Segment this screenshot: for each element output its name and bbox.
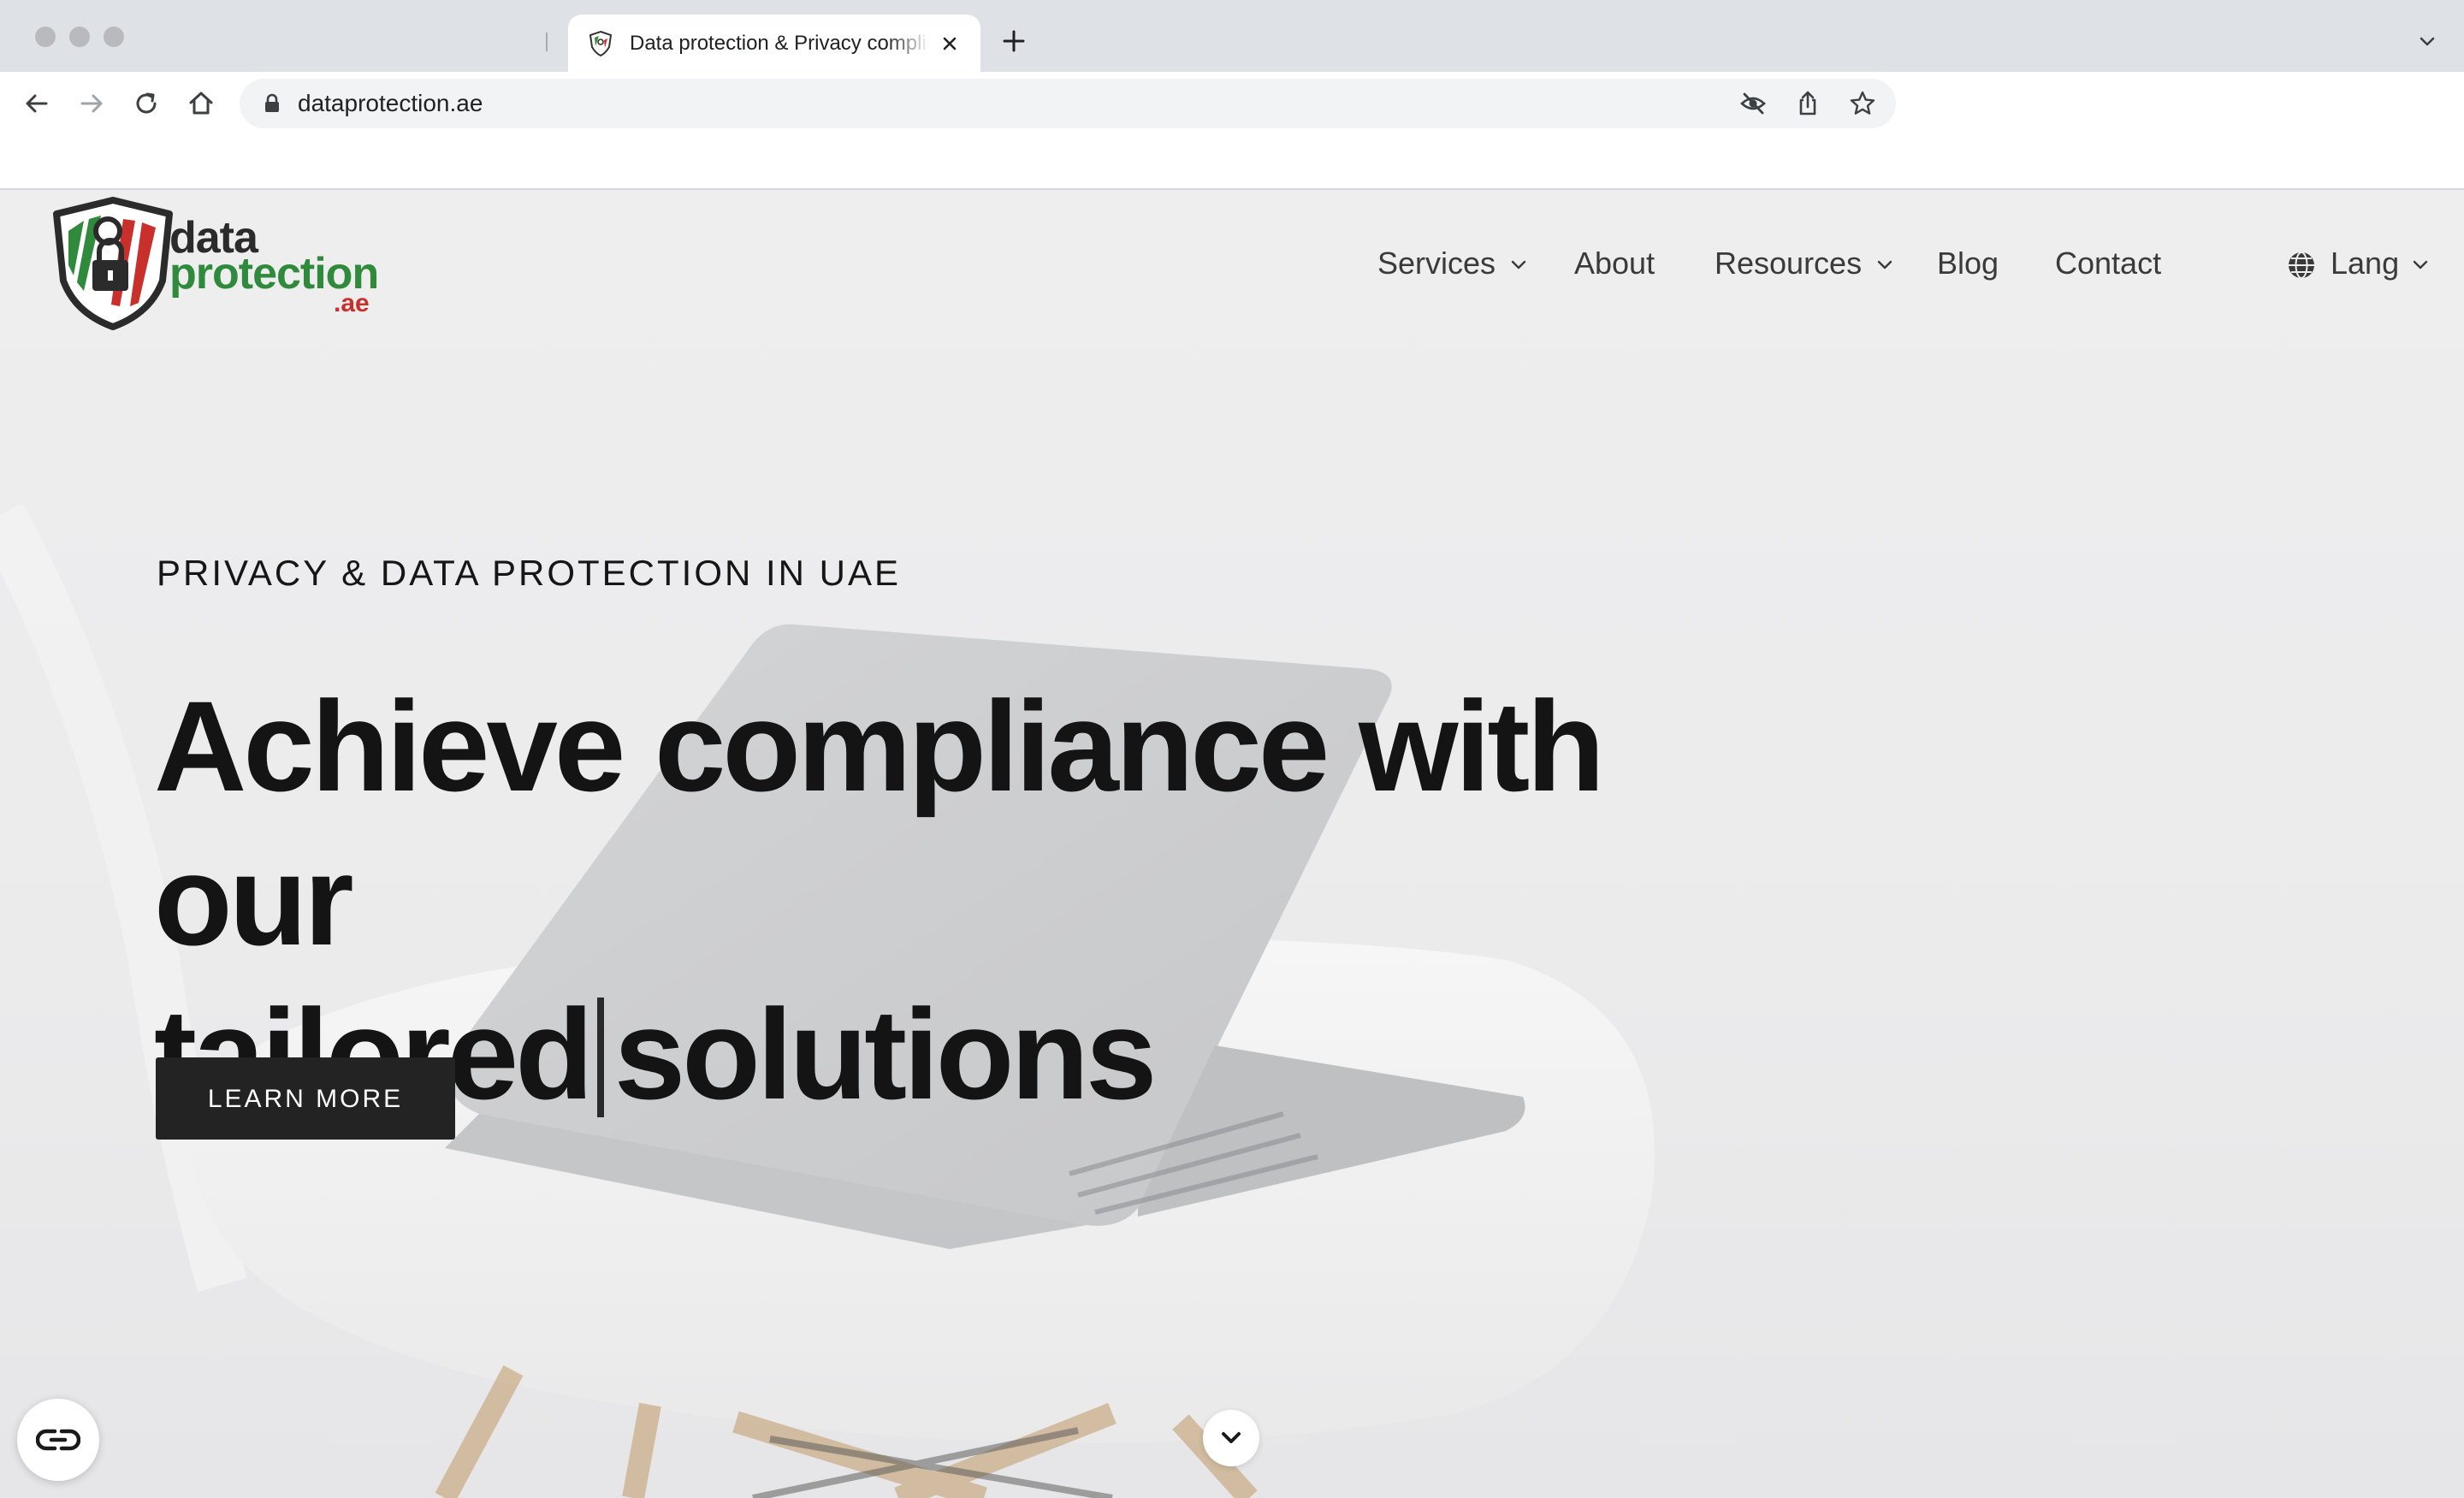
learn-more-button[interactable]: LEARN MORE bbox=[156, 1057, 455, 1140]
close-tab-icon[interactable] bbox=[936, 30, 963, 57]
lock-icon[interactable] bbox=[260, 92, 284, 115]
browser-toolbar: dataprotection.ae bbox=[0, 72, 2464, 190]
hero-eyebrow: PRIVACY & DATA PROTECTION IN UAE bbox=[157, 553, 902, 593]
web-page: data protection .ae Services About Resou… bbox=[0, 190, 2464, 1498]
back-icon[interactable] bbox=[19, 86, 55, 121]
new-tab-plus-icon[interactable] bbox=[998, 26, 1029, 56]
chevron-down-icon bbox=[1877, 261, 1892, 269]
accessibility-button[interactable] bbox=[17, 1399, 99, 1481]
nav-contact[interactable]: Contact bbox=[2055, 238, 2161, 289]
nav-blog[interactable]: Blog bbox=[1937, 238, 1999, 289]
language-label: Lang bbox=[2331, 246, 2400, 281]
logo-text-ae: .ae bbox=[334, 289, 370, 317]
minimize-window-button[interactable] bbox=[69, 27, 90, 47]
url-text: dataprotection.ae bbox=[298, 90, 483, 116]
chevron-down-icon bbox=[1222, 1432, 1241, 1443]
chevron-down-icon bbox=[1511, 261, 1526, 269]
maximize-window-button[interactable] bbox=[104, 27, 124, 47]
scroll-down-button[interactable] bbox=[1203, 1410, 1259, 1466]
site-logo[interactable]: data protection .ae bbox=[50, 197, 392, 330]
share-icon[interactable] bbox=[1793, 89, 1822, 118]
close-window-button[interactable] bbox=[35, 27, 56, 47]
shield-logo-icon bbox=[53, 197, 173, 330]
address-bar[interactable]: dataprotection.ae bbox=[240, 79, 1896, 128]
browser-tab-strip: Data protection & Privacy compliance bbox=[0, 0, 2464, 72]
accessibility-icon bbox=[36, 1429, 80, 1451]
language-selector[interactable]: Lang bbox=[2286, 238, 2428, 289]
headline-line-1: Achieve compliance with our bbox=[154, 674, 1605, 972]
eye-off-icon[interactable] bbox=[1738, 89, 1768, 118]
shield-favicon-icon bbox=[589, 30, 613, 57]
headline-word-solutions: solutions bbox=[613, 982, 1158, 1126]
tab-list-chevron-down-icon[interactable] bbox=[2414, 29, 2440, 55]
browser-tab-active[interactable]: Data protection & Privacy compliance bbox=[568, 15, 980, 72]
nav-services[interactable]: Services bbox=[1377, 238, 1526, 289]
star-icon[interactable] bbox=[1848, 89, 1877, 118]
chevron-down-icon bbox=[2413, 261, 2428, 269]
nav-resources[interactable]: Resources bbox=[1715, 238, 1892, 289]
nav-about[interactable]: About bbox=[1574, 238, 1655, 289]
home-icon[interactable] bbox=[183, 86, 219, 121]
typing-cursor bbox=[596, 998, 604, 1117]
forward-icon[interactable] bbox=[74, 86, 110, 121]
globe-icon bbox=[2289, 252, 2314, 280]
tab-title: Data protection & Privacy compliance bbox=[630, 32, 929, 55]
nav-services-label: Services bbox=[1377, 246, 1496, 281]
tab-separator bbox=[546, 33, 548, 51]
nav-resources-label: Resources bbox=[1715, 246, 1863, 281]
reload-icon[interactable] bbox=[128, 86, 164, 121]
